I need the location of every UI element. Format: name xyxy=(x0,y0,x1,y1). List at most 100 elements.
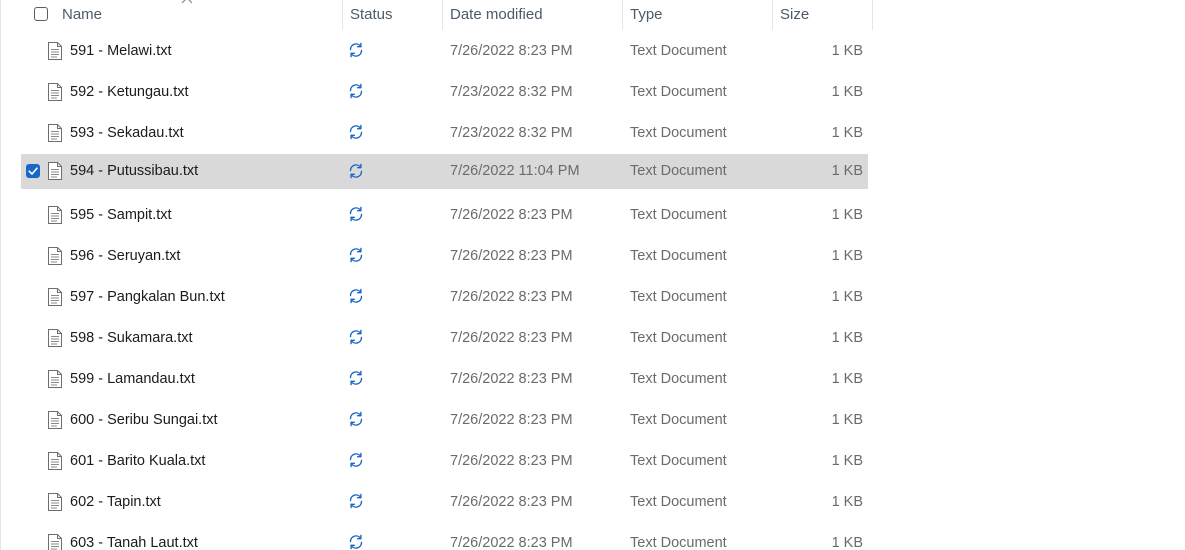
date-modified: 7/26/2022 8:23 PM xyxy=(450,453,573,469)
file-size: 1 KB xyxy=(831,535,863,550)
file-name[interactable]: 596 - Seruyan.txt xyxy=(70,236,180,277)
file-explorer-details-view: Name Status Date modified Type Size 591 … xyxy=(0,0,1185,550)
file-size: 1 KB xyxy=(831,125,863,141)
column-header-status[interactable]: Status xyxy=(350,0,440,30)
date-modified: 7/26/2022 8:23 PM xyxy=(450,494,573,510)
date-modified: 7/23/2022 8:32 PM xyxy=(450,125,573,141)
file-size: 1 KB xyxy=(831,412,863,428)
file-size: 1 KB xyxy=(831,371,863,387)
sync-pending-icon xyxy=(348,206,364,222)
file-type: Text Document xyxy=(630,248,727,264)
sync-pending-icon xyxy=(348,42,364,58)
table-row[interactable]: 596 - Seruyan.txt 7/26/2022 8:23 PM Text D… xyxy=(0,236,873,277)
table-row[interactable]: 603 - Tanah Laut.txt 7/26/2022 8:23 PM Tex… xyxy=(0,523,873,550)
date-modified: 7/26/2022 8:23 PM xyxy=(450,289,573,305)
date-modified: 7/26/2022 8:23 PM xyxy=(450,248,573,264)
sync-pending-icon xyxy=(348,411,364,427)
table-row[interactable]: 598 - Sukamara.txt 7/26/2022 8:23 PM Text … xyxy=(0,318,873,359)
text-document-icon xyxy=(47,162,63,180)
table-row[interactable]: 592 - Ketungau.txt 7/23/2022 8:32 PM Text … xyxy=(0,72,873,113)
file-size: 1 KB xyxy=(831,84,863,100)
file-type: Text Document xyxy=(630,84,727,100)
file-type: Text Document xyxy=(630,453,727,469)
text-document-icon xyxy=(47,534,63,550)
file-size: 1 KB xyxy=(831,289,863,305)
file-name[interactable]: 602 - Tapin.txt xyxy=(70,482,161,523)
file-name[interactable]: 594 - Putussibau.txt xyxy=(70,154,198,189)
file-name[interactable]: 601 - Barito Kuala.txt xyxy=(70,441,205,482)
select-all-checkbox[interactable] xyxy=(34,7,48,21)
file-size: 1 KB xyxy=(831,453,863,469)
file-name[interactable]: 600 - Seribu Sungai.txt xyxy=(70,400,218,441)
text-document-icon xyxy=(47,124,63,142)
file-name[interactable]: 591 - Melawi.txt xyxy=(70,31,172,72)
file-size: 1 KB xyxy=(831,494,863,510)
column-header-name[interactable]: Name xyxy=(62,0,340,30)
column-separator[interactable] xyxy=(622,0,623,30)
sync-pending-icon xyxy=(348,247,364,263)
file-type: Text Document xyxy=(630,494,727,510)
file-name[interactable]: 593 - Sekadau.txt xyxy=(70,113,184,154)
file-size: 1 KB xyxy=(831,207,863,223)
table-row[interactable]: 600 - Seribu Sungai.txt 7/26/2022 8:23 PM… xyxy=(0,400,873,441)
text-document-icon xyxy=(47,493,63,511)
table-row[interactable]: 594 - Putussibau.txt 7/26/2022 11:04 PM Te… xyxy=(0,154,873,195)
table-row[interactable]: 595 - Sampit.txt 7/26/2022 8:23 PM Text Do… xyxy=(0,195,873,236)
text-document-icon xyxy=(47,247,63,265)
table-row[interactable]: 602 - Tapin.txt 7/26/2022 8:23 PM Text Doc… xyxy=(0,482,873,523)
file-size: 1 KB xyxy=(831,248,863,264)
file-type: Text Document xyxy=(630,371,727,387)
table-row[interactable]: 597 - Pangkalan Bun.txt 7/26/2022 8:23 PM… xyxy=(0,277,873,318)
column-separator[interactable] xyxy=(872,0,873,30)
file-size: 1 KB xyxy=(831,163,863,179)
text-document-icon xyxy=(47,452,63,470)
text-document-icon xyxy=(47,288,63,306)
file-list: 591 - Melawi.txt 7/26/2022 8:23 PM Text Do… xyxy=(0,31,873,550)
sync-pending-icon xyxy=(348,329,364,345)
column-header-date-modified[interactable]: Date modified xyxy=(450,0,620,30)
chevron-up-icon xyxy=(181,0,193,4)
sync-pending-icon xyxy=(348,163,364,179)
file-type: Text Document xyxy=(630,535,727,550)
date-modified: 7/26/2022 8:23 PM xyxy=(450,207,573,223)
file-name[interactable]: 597 - Pangkalan Bun.txt xyxy=(70,277,225,318)
file-name[interactable]: 592 - Ketungau.txt xyxy=(70,72,189,113)
column-separator[interactable] xyxy=(772,0,773,30)
date-modified: 7/26/2022 8:23 PM xyxy=(450,43,573,59)
table-row[interactable]: 591 - Melawi.txt 7/26/2022 8:23 PM Text Do… xyxy=(0,31,873,72)
column-header-row: Name Status Date modified Type Size xyxy=(0,0,873,30)
date-modified: 7/26/2022 8:23 PM xyxy=(450,412,573,428)
table-row[interactable]: 593 - Sekadau.txt 7/23/2022 8:32 PM Text D… xyxy=(0,113,873,154)
file-type: Text Document xyxy=(630,125,727,141)
column-separator[interactable] xyxy=(342,0,343,30)
date-modified: 7/26/2022 11:04 PM xyxy=(450,163,580,179)
column-separator[interactable] xyxy=(442,0,443,30)
date-modified: 7/26/2022 8:23 PM xyxy=(450,371,573,387)
table-row[interactable]: 599 - Lamandau.txt 7/26/2022 8:23 PM Text … xyxy=(0,359,873,400)
file-size: 1 KB xyxy=(831,330,863,346)
file-name[interactable]: 603 - Tanah Laut.txt xyxy=(70,523,198,550)
text-document-icon xyxy=(47,42,63,60)
file-name[interactable]: 595 - Sampit.txt xyxy=(70,195,172,236)
column-header-type[interactable]: Type xyxy=(630,0,770,30)
sync-pending-icon xyxy=(348,452,364,468)
file-name[interactable]: 599 - Lamandau.txt xyxy=(70,359,195,400)
date-modified: 7/26/2022 8:23 PM xyxy=(450,535,573,550)
file-type: Text Document xyxy=(630,412,727,428)
file-name[interactable]: 598 - Sukamara.txt xyxy=(70,318,193,359)
file-type: Text Document xyxy=(630,289,727,305)
sync-pending-icon xyxy=(348,288,364,304)
table-row[interactable]: 601 - Barito Kuala.txt 7/26/2022 8:23 PM T… xyxy=(0,441,873,482)
sync-pending-icon xyxy=(348,493,364,509)
sync-pending-icon xyxy=(348,370,364,386)
text-document-icon xyxy=(47,206,63,224)
file-type: Text Document xyxy=(630,207,727,223)
sync-pending-icon xyxy=(348,83,364,99)
column-header-size[interactable]: Size xyxy=(780,0,870,30)
sync-pending-icon xyxy=(348,534,364,550)
file-type: Text Document xyxy=(630,163,727,179)
text-document-icon xyxy=(47,411,63,429)
text-document-icon xyxy=(47,370,63,388)
row-checkbox[interactable] xyxy=(26,164,40,178)
date-modified: 7/23/2022 8:32 PM xyxy=(450,84,573,100)
